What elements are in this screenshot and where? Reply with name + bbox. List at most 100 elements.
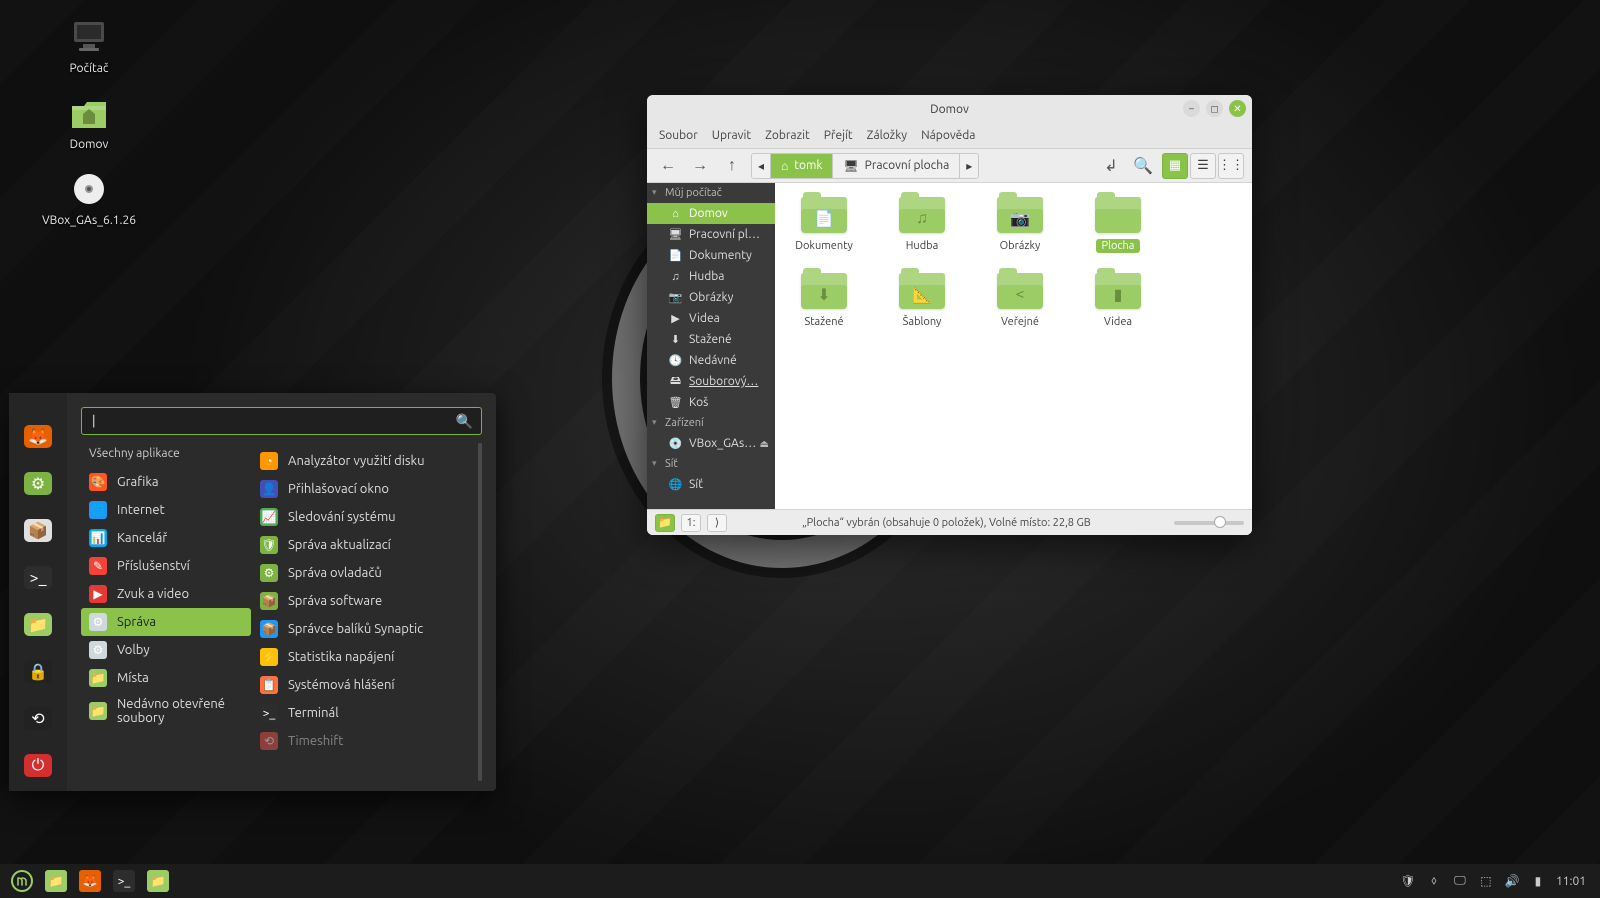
taskbar-show-desktop[interactable]: 📁 xyxy=(40,867,72,895)
forward-button[interactable]: → xyxy=(687,153,713,179)
tray-sound-icon[interactable]: 🔊 xyxy=(1504,873,1520,889)
taskbar-menu[interactable] xyxy=(6,867,38,895)
tray-display-icon[interactable]: 🖵 xyxy=(1452,873,1468,889)
path-segment-home[interactable]: ⌂ tomk xyxy=(771,154,833,178)
sidebar-item-music[interactable]: ♫Hudba xyxy=(647,266,775,287)
desktop-icon-computer[interactable]: Počítač xyxy=(34,18,144,75)
app-item[interactable]: ⚙Správa ovladačů xyxy=(252,559,482,587)
sidebar-item-desktop[interactable]: 🖥Pracovní pl… xyxy=(647,224,775,245)
window-titlebar[interactable]: Domov – ◻ ✕ xyxy=(647,95,1252,123)
tray-shield-icon[interactable]: ⬨ xyxy=(1426,873,1442,889)
favorite-software[interactable]: 📦 xyxy=(24,519,52,542)
folder-plocha[interactable]: Plocha xyxy=(1079,197,1157,253)
favorite-power[interactable]: ⏻ xyxy=(24,754,52,777)
path-next-button[interactable]: ▸ xyxy=(960,154,978,178)
app-item[interactable]: 🛡Správa aktualizací xyxy=(252,531,482,559)
menu-view[interactable]: Zobrazit xyxy=(765,129,810,142)
category-item[interactable]: ✎Příslušenství xyxy=(81,552,251,580)
sidebar-item-download[interactable]: ⬇Stažené xyxy=(647,329,775,350)
status-tree-button[interactable]: 1: xyxy=(681,514,701,532)
app-item[interactable]: ◔Analyzátor využití disku xyxy=(252,447,482,475)
menu-bookmarks[interactable]: Záložky xyxy=(867,129,907,142)
menu-edit[interactable]: Upravit xyxy=(712,129,751,142)
favorite-files[interactable]: 📁 xyxy=(24,613,52,636)
category-item[interactable]: 🌐Internet xyxy=(81,496,251,524)
net-icon: 🌐 xyxy=(669,478,682,491)
sidebar-header-network[interactable]: Síť xyxy=(647,454,775,474)
category-item[interactable]: 📁Místa xyxy=(81,664,251,692)
sidebar-item-image[interactable]: 📷Obrázky xyxy=(647,287,775,308)
app-icon: ⚡ xyxy=(260,648,278,666)
back-button[interactable]: ← xyxy=(655,153,681,179)
up-button[interactable]: ↑ xyxy=(719,153,745,179)
file-grid[interactable]: 📄Dokumenty ♫Hudba 📷Obrázky Plocha ⬇Stažené 📐Š… xyxy=(775,183,1252,509)
sidebar-item-disk[interactable]: 🖴Souborový… xyxy=(647,371,775,392)
folder-dokumenty[interactable]: 📄Dokumenty xyxy=(785,197,863,253)
category-item[interactable]: ▶Zvuk a video xyxy=(81,580,251,608)
tray-battery-icon[interactable]: ▮ xyxy=(1530,873,1546,889)
app-item[interactable]: 📦Správa software xyxy=(252,587,482,615)
tray-network-icon[interactable]: ⬚ xyxy=(1478,873,1494,889)
app-item[interactable]: 📈Sledování systému xyxy=(252,503,482,531)
category-item[interactable]: ⚙Volby xyxy=(81,636,251,664)
close-button[interactable]: ✕ xyxy=(1229,100,1246,117)
folder-veřejné[interactable]: <Veřejné xyxy=(981,273,1059,329)
app-item[interactable]: 📦Správce balíků Synaptic xyxy=(252,615,482,643)
path-prev-button[interactable]: ◂ xyxy=(752,154,771,178)
folder-videa[interactable]: ▮Videa xyxy=(1079,273,1157,329)
sidebar-item-recent[interactable]: 🕓Nedávné xyxy=(647,350,775,371)
sidebar-header-devices[interactable]: Zařízení xyxy=(647,413,775,433)
list-view-button[interactable]: ☰ xyxy=(1190,153,1216,179)
folder-obrázky[interactable]: 📷Obrázky xyxy=(981,197,1059,253)
category-item[interactable]: 🎨Grafika xyxy=(81,468,251,496)
all-apps-label[interactable]: Všechny aplikace xyxy=(81,443,251,468)
path-segment-desktop[interactable]: 🖥 Pracovní plocha xyxy=(833,154,960,178)
app-item[interactable]: 👤Přihlašovací okno xyxy=(252,475,482,503)
app-item[interactable]: ⚡Statistika napájení xyxy=(252,643,482,671)
app-item[interactable]: 📋Systémová hlášení xyxy=(252,671,482,699)
favorite-logout[interactable]: ⟲ xyxy=(24,707,52,730)
clock[interactable]: 11:01 xyxy=(1556,875,1586,888)
desktop-icon-cdrom[interactable]: VBox_GAs_6.1.26 xyxy=(34,170,144,227)
sidebar-item-cd[interactable]: 💿VBox_GAs…⏏ xyxy=(647,433,775,454)
sidebar-item-video[interactable]: ▶Videa xyxy=(647,308,775,329)
menu-search[interactable]: 🔍 xyxy=(81,407,482,435)
category-item[interactable]: 📁Nedávno otevřené soubory xyxy=(81,692,251,730)
favorite-onboard[interactable]: ⚙ xyxy=(24,472,52,495)
taskbar-files[interactable]: 📁 xyxy=(142,867,174,895)
icon-view-button[interactable]: ▦ xyxy=(1162,153,1188,179)
tray-updates-icon[interactable]: 🛡 xyxy=(1400,873,1416,889)
search-input[interactable] xyxy=(82,408,481,434)
app-item[interactable]: ⟲Timeshift xyxy=(252,727,482,755)
sidebar-item-net[interactable]: 🌐Síť xyxy=(647,474,775,495)
category-item[interactable]: ⚙Správa xyxy=(81,608,251,636)
category-item[interactable]: 📊Kancelář xyxy=(81,524,251,552)
favorite-firefox[interactable]: 🦊 xyxy=(24,425,52,448)
toggle-path-entry-button[interactable]: ↲ xyxy=(1098,153,1124,179)
search-button[interactable]: 🔍 xyxy=(1130,153,1156,179)
zoom-knob[interactable] xyxy=(1214,516,1226,528)
folder-hudba[interactable]: ♫Hudba xyxy=(883,197,961,253)
minimize-button[interactable]: – xyxy=(1183,100,1200,117)
taskbar-firefox[interactable]: 🦊 xyxy=(74,867,106,895)
favorite-terminal[interactable]: >_ xyxy=(24,566,52,589)
status-close-button[interactable]: ⟩ xyxy=(707,514,727,532)
menu-help[interactable]: Nápověda xyxy=(921,129,975,142)
sidebar-item-doc[interactable]: 📄Dokumenty xyxy=(647,245,775,266)
sidebar-header-computer[interactable]: Můj počítač xyxy=(647,183,775,203)
sidebar-item-trash[interactable]: 🗑Koš xyxy=(647,392,775,413)
status-places-button[interactable]: 📁 xyxy=(655,514,675,532)
taskbar-terminal[interactable]: >_ xyxy=(108,867,140,895)
folder-šablony[interactable]: 📐Šablony xyxy=(883,273,961,329)
maximize-button[interactable]: ◻ xyxy=(1206,100,1223,117)
compact-view-button[interactable]: ⋮⋮ xyxy=(1218,153,1244,179)
menu-go[interactable]: Přejít xyxy=(824,129,853,142)
eject-icon[interactable]: ⏏ xyxy=(760,438,769,450)
app-item[interactable]: >_Terminál xyxy=(252,699,482,727)
desktop-icon-home[interactable]: Domov xyxy=(34,94,144,151)
zoom-slider[interactable] xyxy=(1174,521,1244,525)
menu-file[interactable]: Soubor xyxy=(659,129,698,142)
sidebar-item-home[interactable]: ⌂Domov xyxy=(647,203,775,224)
favorite-lock[interactable]: 🔒 xyxy=(24,660,52,683)
folder-stažené[interactable]: ⬇Stažené xyxy=(785,273,863,329)
